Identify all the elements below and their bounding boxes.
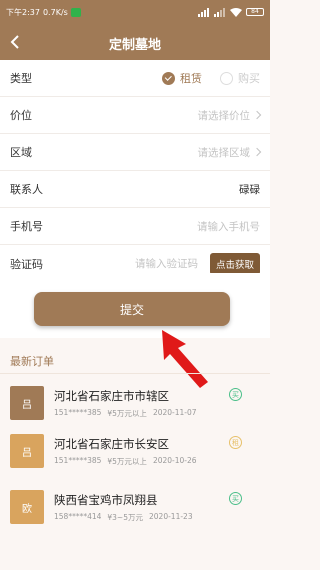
battery-icon: 84 (246, 8, 264, 16)
order-date: 2020-10-26 (152, 455, 197, 465)
chevron-right-icon (252, 110, 262, 120)
area-placeholder: 请选择区域 (197, 146, 251, 159)
phone-placeholder: 请输入手机号 (197, 220, 260, 233)
radio-checked-icon (162, 71, 175, 85)
order-date: 2020-11-07 (152, 407, 197, 417)
wifi-icon (230, 7, 242, 17)
type-option-rent-label: 租赁 (180, 72, 202, 85)
order-price: ¥5万元以上 (107, 408, 147, 418)
submit-button[interactable]: 提交 (34, 292, 230, 326)
status-bar: 下午2:37 0.7K/s 84 (0, 0, 270, 24)
order-date: 2020-11-23 (149, 511, 193, 521)
order-avatar: 吕 (10, 434, 44, 468)
order-avatar: 吕 (10, 386, 44, 420)
contact-value: 碌碌 (239, 183, 260, 196)
order-price: ¥3~5万元 (107, 512, 143, 522)
price-placeholder: 请选择价位 (197, 109, 251, 122)
divider (0, 373, 270, 374)
order-badge-buy: 买 (229, 492, 242, 505)
type-row: 类型 租赁 购买 (0, 60, 270, 97)
order-phone: 151*****385 (54, 455, 102, 465)
radio-unchecked-icon (220, 71, 233, 85)
navigation-bar: 定制墓地 (0, 24, 270, 60)
status-time: 下午2:37 (6, 7, 40, 17)
contact-label: 联系人 (10, 183, 43, 196)
price-row[interactable]: 价位 请选择价位 (0, 97, 270, 134)
order-item[interactable]: 吕 河北省石家庄市市辖区 151*****385 ¥5万元以上 2020-11-… (0, 378, 270, 428)
order-phone: 158*****414 (54, 511, 102, 521)
area-label: 区域 (10, 146, 32, 159)
phone-row: 手机号 请输入手机号 (0, 208, 270, 245)
order-phone: 151*****385 (54, 407, 102, 417)
custom-form: 类型 租赁 购买 价位 请选择价位 区域 请选择区域 联系人 碌碌 手机号 请输… (0, 60, 270, 282)
type-option-buy[interactable]: 购买 (220, 70, 260, 86)
app-notification-icon (70, 7, 81, 17)
signal-icon-2 (214, 7, 225, 17)
type-label: 类型 (10, 72, 32, 85)
type-option-buy-label: 购买 (238, 72, 260, 85)
phone-label: 手机号 (10, 220, 43, 233)
signal-icon (198, 7, 209, 17)
phone-input[interactable]: 请输入手机号 (197, 219, 260, 234)
type-option-rent[interactable]: 租赁 (162, 70, 202, 86)
order-badge-buy: 买 (229, 388, 242, 401)
order-price: ¥5万元以上 (107, 456, 147, 466)
code-label: 验证码 (10, 257, 43, 271)
submit-area: 提交 (0, 273, 270, 338)
contact-input[interactable]: 碌碌 (239, 182, 260, 197)
code-input[interactable]: 请输入验证码 (135, 256, 198, 271)
order-item[interactable]: 吕 河北省石家庄市长安区 151*****385 ¥5万元以上 2020-10-… (0, 426, 270, 476)
chevron-right-icon (252, 147, 262, 157)
order-badge-rent: 租 (229, 436, 242, 449)
status-speed: 0.7K/s (42, 7, 68, 17)
area-row[interactable]: 区域 请选择区域 (0, 134, 270, 171)
contact-row: 联系人 碌碌 (0, 171, 270, 208)
latest-orders-title: 最新订单 (10, 355, 54, 368)
order-avatar: 欧 (10, 490, 44, 524)
price-label: 价位 (10, 109, 32, 122)
get-code-button[interactable]: 点击获取 (209, 252, 260, 275)
order-item[interactable]: 欧 陕西省宝鸡市凤翔县 158*****414 ¥3~5万元 2020-11-2… (0, 482, 270, 532)
page-title: 定制墓地 (108, 38, 161, 53)
